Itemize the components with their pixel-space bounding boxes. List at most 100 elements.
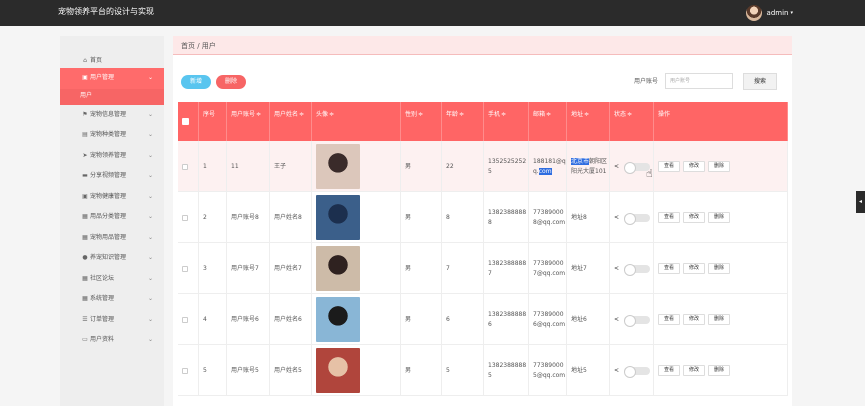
email-value: 773890008@qq.com: [533, 208, 566, 226]
sort-icon[interactable]: ≑: [418, 111, 423, 118]
row-checkbox[interactable]: [182, 265, 188, 272]
view-button[interactable]: 查看: [658, 212, 681, 223]
avatar-photo[interactable]: [316, 246, 360, 291]
sidebar-item-13[interactable]: ☰ 订单管理 ⌄: [60, 310, 164, 331]
cell-index: 1: [199, 141, 227, 192]
sort-icon[interactable]: ≑: [546, 111, 551, 118]
user-icon: ▣: [82, 74, 88, 81]
sidebar-item-11[interactable]: ▦ 社区论坛 ⌄: [60, 269, 164, 290]
sidebar-item-label: 首页: [90, 57, 103, 64]
sidebar-item-8[interactable]: ▦ 用品分类管理 ⌄: [60, 207, 164, 228]
row-checkbox[interactable]: [182, 214, 188, 221]
select-all-checkbox[interactable]: [182, 118, 189, 125]
view-button[interactable]: 查看: [658, 263, 681, 274]
share-icon[interactable]: <: [614, 162, 619, 172]
table-row[interactable]: 5 用户账号5 用户姓名5 男 5 13823888885 773890005@qq.com…: [178, 345, 788, 396]
search-input[interactable]: 用户账号: [665, 73, 733, 89]
sidebar-item-0[interactable]: ⌂ 首页: [60, 36, 164, 68]
sidebar-item-9[interactable]: ▦ 宠物用品管理 ⌄: [60, 228, 164, 249]
column-header-2[interactable]: 用户账号≑: [227, 102, 270, 141]
view-button[interactable]: 查看: [658, 314, 681, 325]
sort-icon[interactable]: ≑: [299, 111, 304, 118]
avatar-photo[interactable]: [316, 348, 360, 393]
sort-icon[interactable]: ≑: [459, 111, 464, 118]
sidebar-item-1[interactable]: ▣ 用户管理 ⌄: [60, 68, 164, 89]
search-button[interactable]: 搜索: [743, 73, 777, 90]
caret-down-icon[interactable]: ▾: [790, 10, 793, 16]
account-value: 11: [231, 162, 239, 170]
edit-button[interactable]: 修改: [683, 263, 706, 274]
column-header-3[interactable]: 用户姓名≑: [270, 102, 312, 141]
edit-button[interactable]: 修改: [683, 161, 706, 172]
side-panel-toggle[interactable]: ◂: [856, 191, 865, 213]
sort-icon[interactable]: ≑: [256, 111, 261, 118]
sort-icon[interactable]: ≑: [501, 111, 506, 118]
column-header-8[interactable]: 邮箱≑: [529, 102, 567, 141]
sidebar-item-14[interactable]: ▭ 用户资料 ⌄: [60, 330, 164, 351]
sidebar-item-4[interactable]: ▤ 宠物种类管理 ⌄: [60, 125, 164, 146]
sidebar-item-7[interactable]: ▣ 宠物健康管理 ⌄: [60, 187, 164, 208]
phone-value: 13823888887: [488, 259, 527, 277]
column-header-5[interactable]: 性别≑: [401, 102, 442, 141]
user-menu[interactable]: admin ▾: [745, 5, 793, 21]
email-value: 773890006@qq.com: [533, 310, 566, 328]
sidebar-item-label: 宠物种类管理: [90, 131, 127, 138]
table-row[interactable]: 1 11 王子男 22 13525252525 188181@qq.com 北京市朝阳区阳光…: [178, 141, 788, 192]
table-row[interactable]: 4 用户账号6 用户姓名6 男 6 13823888886 773890006@qq.com…: [178, 294, 788, 345]
sort-icon[interactable]: ≑: [584, 111, 589, 118]
age-value: 5: [446, 366, 450, 374]
status-toggle[interactable]: [624, 263, 651, 276]
column-header-7[interactable]: 手机≑: [484, 102, 529, 141]
row-checkbox[interactable]: [182, 316, 188, 323]
edit-button[interactable]: 修改: [683, 365, 706, 376]
status-toggle[interactable]: [624, 212, 651, 225]
user-name[interactable]: admin: [767, 9, 789, 17]
status-toggle[interactable]: [624, 365, 651, 378]
column-header-6[interactable]: 年龄≑: [442, 102, 484, 141]
edit-button[interactable]: 修改: [683, 314, 706, 325]
column-header-10[interactable]: 状态≑: [610, 102, 654, 141]
row-checkbox[interactable]: [182, 367, 188, 374]
cell-account: 用户账号8: [227, 192, 270, 243]
delete-row-button[interactable]: 删除: [708, 365, 731, 376]
chevron-down-icon: ⌄: [147, 233, 153, 241]
add-button[interactable]: 新增: [181, 75, 211, 89]
view-button[interactable]: 查看: [658, 365, 681, 376]
avatar[interactable]: [745, 5, 762, 21]
avatar-photo[interactable]: [316, 144, 360, 189]
delete-row-button[interactable]: 删除: [708, 212, 731, 223]
avatar-photo[interactable]: [316, 297, 360, 342]
sidebar-subitem-users[interactable]: 用户: [60, 88, 164, 105]
sidebar-item-6[interactable]: ▬ 分享视频管理 ⌄: [60, 166, 164, 187]
sort-icon[interactable]: ≑: [627, 111, 632, 118]
share-icon[interactable]: <: [614, 366, 619, 376]
share-icon[interactable]: <: [614, 315, 619, 325]
share-icon[interactable]: <: [614, 213, 619, 223]
column-header-4[interactable]: 头像≑: [312, 102, 401, 141]
sidebar-item-10[interactable]: ● 养宠知识管理 ⌄: [60, 248, 164, 269]
edit-button[interactable]: 修改: [683, 212, 706, 223]
sidebar-item-5[interactable]: ➤ 宠物领养管理 ⌄: [60, 146, 164, 167]
view-button[interactable]: 查看: [658, 161, 681, 172]
delete-button[interactable]: 删除: [216, 75, 246, 89]
sort-icon[interactable]: ≑: [329, 111, 334, 118]
cell-status: <: [610, 243, 654, 294]
avatar-photo[interactable]: [316, 195, 360, 240]
delete-row-button[interactable]: 删除: [708, 263, 731, 274]
delete-row-button[interactable]: 删除: [708, 161, 731, 172]
column-header-9[interactable]: 地址≑: [567, 102, 610, 141]
status-toggle[interactable]: [624, 314, 651, 327]
sidebar-item-12[interactable]: ▦ 系统管理 ⌄: [60, 289, 164, 310]
address-value: 地址7: [571, 264, 587, 272]
share-icon[interactable]: <: [614, 264, 619, 274]
address-value: 地址8: [571, 213, 587, 221]
address-value: 北京市朝阳区阳光大厦101: [571, 157, 609, 177]
row-checkbox[interactable]: [182, 163, 188, 170]
table-row[interactable]: 2 用户账号8 用户姓名8 男 8 13823888888 773890008@qq.com…: [178, 192, 788, 243]
sidebar-item-3[interactable]: ⚑ 宠物信息管理 ⌄: [60, 105, 164, 126]
delete-row-button[interactable]: 删除: [708, 314, 731, 325]
cell-email: 188181@qq.com: [529, 141, 567, 192]
table-row[interactable]: 3 用户账号7 用户姓名7 男 7 13823888887 773890007@qq.com…: [178, 243, 788, 294]
cell-email: 773890006@qq.com: [529, 294, 567, 345]
cell-phone: 13823888886: [484, 294, 529, 345]
